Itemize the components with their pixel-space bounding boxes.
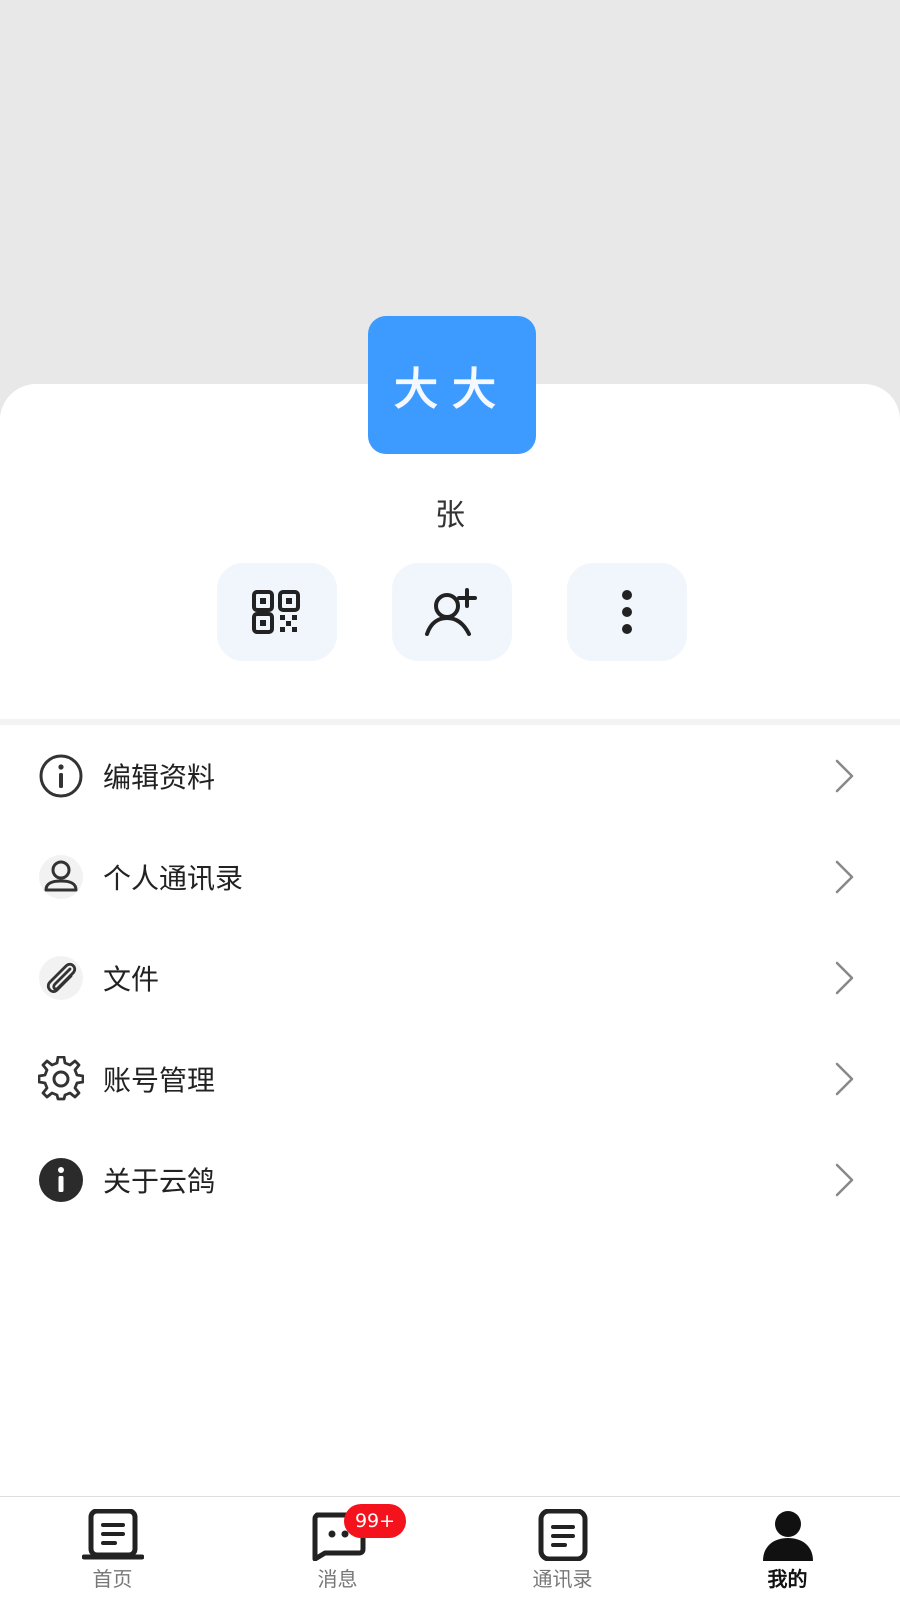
menu-item-label: 个人通讯录: [103, 861, 244, 895]
tab-label: 消息: [317, 1567, 358, 1591]
menu-item-label: 关于云鸽: [103, 1164, 216, 1198]
add-user-icon: [425, 588, 477, 636]
profile-actions: [0, 563, 900, 661]
qr-code-button[interactable]: [217, 563, 337, 661]
chevron-right-icon: [835, 860, 854, 893]
chevron-right-icon: [835, 759, 854, 792]
tab-label: 首页: [92, 1567, 133, 1591]
tab-contacts[interactable]: 通讯录: [450, 1497, 675, 1600]
bottom-tab-bar: 首页 消息 通讯录 我的: [0, 1496, 900, 1600]
info-filled-icon: [38, 1157, 84, 1203]
tab-me[interactable]: 我的: [675, 1497, 900, 1600]
profile-icon: [762, 1511, 813, 1561]
person-icon: [38, 854, 84, 900]
menu-item-label: 账号管理: [103, 1063, 216, 1097]
qr-code-icon: [252, 590, 300, 634]
tab-label: 我的: [767, 1567, 808, 1591]
info-outline-icon: [38, 753, 84, 799]
settings-menu: 编辑资料 个人通讯录 文件 账号管理 关于云鸽: [0, 725, 900, 1230]
chevron-right-icon: [835, 1062, 854, 1095]
contacts-icon: [538, 1509, 587, 1561]
chevron-right-icon: [835, 1163, 854, 1196]
avatar[interactable]: 大大: [368, 316, 536, 454]
tab-messages[interactable]: 消息: [225, 1497, 450, 1600]
more-options-button[interactable]: [567, 563, 687, 661]
tab-label: 通讯录: [532, 1567, 593, 1591]
menu-item-files[interactable]: 文件: [0, 927, 900, 1028]
menu-item-about[interactable]: 关于云鸽: [0, 1129, 900, 1230]
username: 张: [435, 498, 465, 533]
avatar-initials: 大大: [394, 364, 510, 415]
home-icon: [81, 1509, 144, 1560]
menu-item-personal-contacts[interactable]: 个人通讯录: [0, 826, 900, 927]
add-friend-button[interactable]: [392, 563, 512, 661]
menu-item-edit-profile[interactable]: 编辑资料: [0, 725, 900, 826]
paperclip-icon: [38, 955, 84, 1001]
tab-home[interactable]: 首页: [0, 1497, 225, 1600]
unread-badge: 99+: [344, 1504, 406, 1538]
gear-icon: [38, 1055, 84, 1102]
more-vertical-icon: [622, 590, 632, 634]
menu-item-account-management[interactable]: 账号管理: [0, 1028, 900, 1129]
menu-item-label: 编辑资料: [103, 760, 216, 794]
chevron-right-icon: [835, 961, 854, 994]
menu-item-label: 文件: [103, 962, 160, 996]
